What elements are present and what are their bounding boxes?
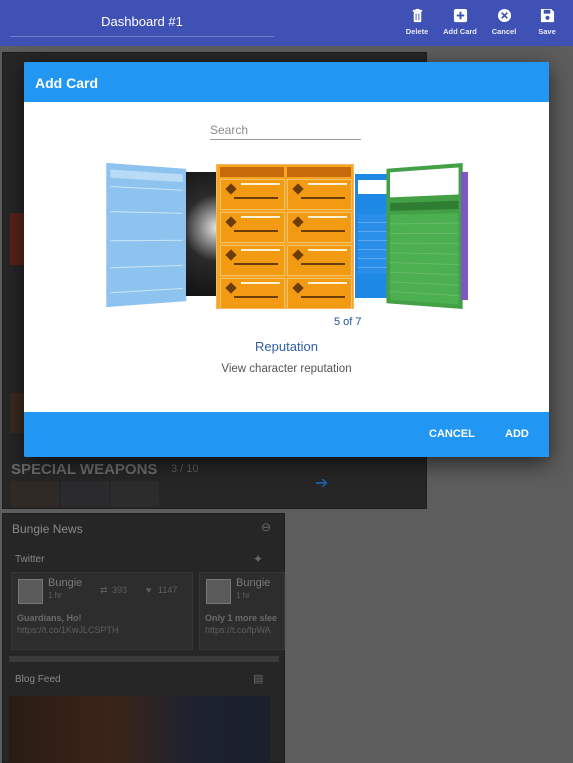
tweet-time: 1 hr <box>48 591 62 600</box>
special-weapons-count: 3 / 10 <box>171 463 199 475</box>
app-bar: Dashboard #1 Delete Add Card Cancel Save <box>0 0 573 46</box>
tweet-card[interactable]: Bungie 1 hr Only 1 more slee https://t.c… <box>199 572 285 650</box>
scrollbar[interactable] <box>9 656 279 662</box>
tweet-link[interactable]: https://t.co/fpWA <box>205 625 271 635</box>
arrow-right-icon[interactable]: ➔ <box>315 473 328 493</box>
carousel-card-reputation[interactable] <box>216 164 354 309</box>
character-emblem-2 <box>10 393 24 433</box>
tweet-time: 1 hr <box>236 591 250 600</box>
tweet-author: Bungie <box>236 577 271 589</box>
delete-label: Delete <box>405 27 429 36</box>
carousel-counter: 5 of 7 <box>334 316 362 328</box>
add-card-button[interactable]: Add Card <box>440 8 480 36</box>
weapon-slot[interactable] <box>111 481 159 507</box>
tweet-author: Bungie <box>48 577 83 589</box>
carousel-card-edge[interactable] <box>461 172 468 300</box>
tweet-text: Guardians, Ho! <box>17 613 82 623</box>
cancel-button[interactable]: CANCEL <box>429 428 475 440</box>
search-input[interactable] <box>210 120 361 140</box>
like-count: 1147 <box>158 585 178 595</box>
tweet-link[interactable]: https://t.co/1KwJLCSPTH <box>17 625 119 635</box>
tweet-text: Only 1 more slee <box>205 613 278 623</box>
avatar <box>18 579 43 604</box>
retweet-icon: ⇄ <box>100 585 108 595</box>
carousel-card-stats[interactable] <box>386 162 463 310</box>
carousel-card-checklist[interactable] <box>106 162 187 308</box>
weapon-slot[interactable] <box>61 481 109 507</box>
trash-icon <box>412 8 422 23</box>
add-card-label: Add Card <box>443 27 477 36</box>
dialog-title: Add Card <box>35 75 98 91</box>
blog-image[interactable] <box>9 696 270 763</box>
add-card-dialog: Add Card Search 5 of 7 Reputation View c… <box>24 62 549 457</box>
card-carousel[interactable] <box>106 162 468 314</box>
selected-card-description: View character reputation <box>221 363 352 375</box>
blog-feed-title: Blog Feed <box>15 674 61 685</box>
bungie-news-title: Bungie News <box>12 522 83 536</box>
cancel-circle-icon <box>497 8 511 23</box>
retweet-count: 393 <box>112 585 128 595</box>
selected-card-name: Reputation <box>255 339 318 354</box>
weapon-slot[interactable] <box>11 481 59 507</box>
dialog-footer: CANCEL ADD <box>24 412 549 457</box>
twitter-bird-icon: ✦ <box>253 552 264 566</box>
cancel-toolbar-label: Cancel <box>491 27 517 36</box>
save-label: Save <box>538 27 556 36</box>
save-button[interactable]: Save <box>527 8 567 36</box>
link-icon[interactable]: ⊖ <box>261 520 271 534</box>
feed-icon: ▤ <box>253 673 264 685</box>
add-box-icon <box>453 8 467 23</box>
twitter-title: Twitter <box>15 554 45 565</box>
cancel-toolbar-button[interactable]: Cancel <box>484 8 524 36</box>
dialog-header: Add Card <box>24 62 549 102</box>
delete-button[interactable]: Delete <box>397 8 437 36</box>
tweet-card[interactable]: Bungie 1 hr ⇄ 393 ♥ 1147 Guardians, Ho! … <box>11 572 193 650</box>
dashboard-title-field[interactable]: Dashboard #1 <box>10 0 274 37</box>
avatar <box>206 579 231 604</box>
save-floppy-icon <box>540 8 554 23</box>
dashboard-title[interactable]: Dashboard #1 <box>10 14 274 29</box>
heart-icon: ♥ <box>146 585 152 595</box>
special-weapons-title: SPECIAL WEAPONS <box>11 461 158 478</box>
add-button[interactable]: ADD <box>505 428 529 440</box>
